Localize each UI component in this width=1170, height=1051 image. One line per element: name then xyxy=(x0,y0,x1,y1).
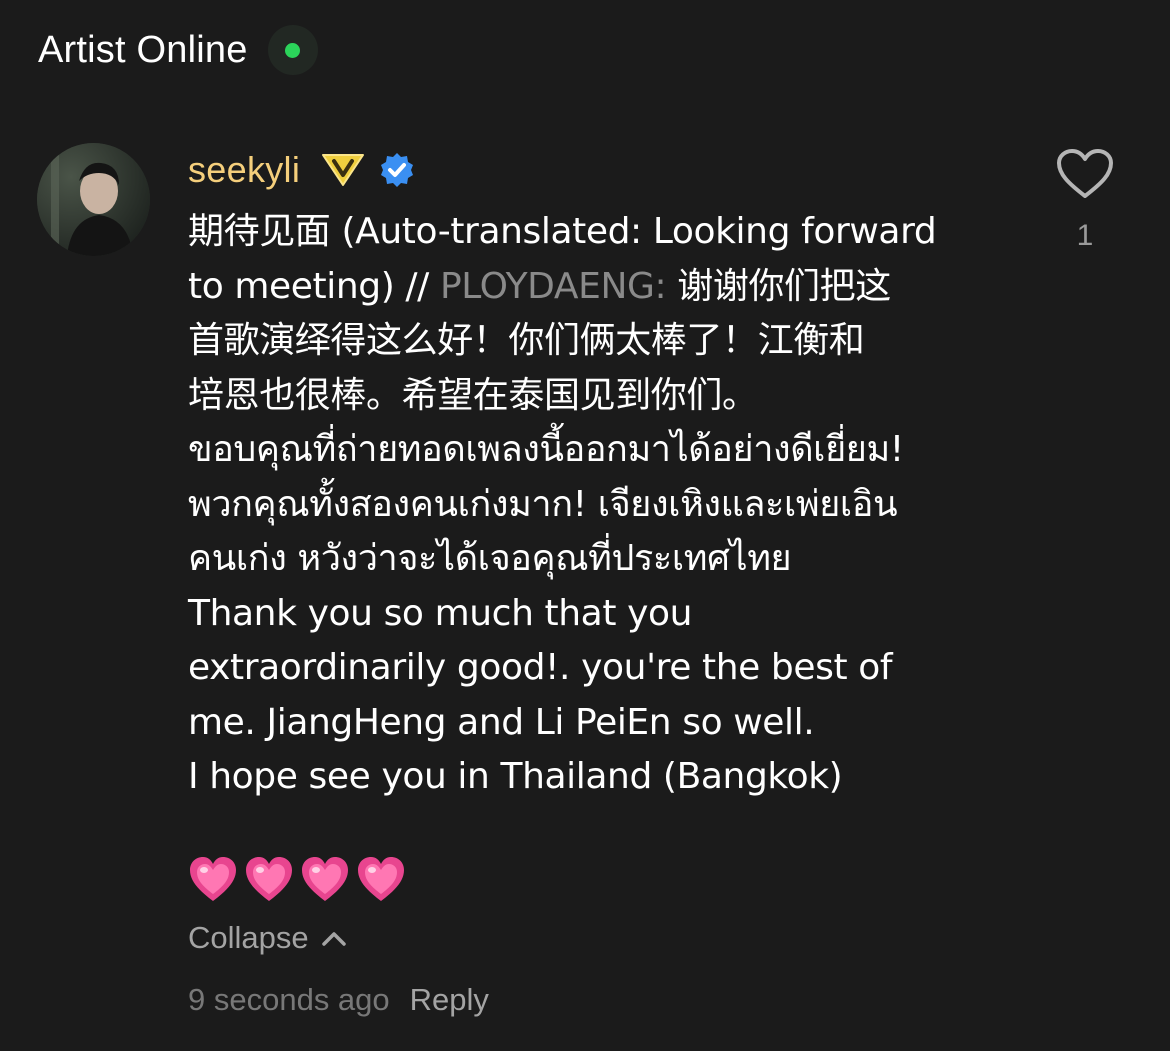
like-count: 1 xyxy=(1076,219,1094,252)
collapse-button[interactable]: Collapse xyxy=(188,920,347,956)
heart-outline-icon xyxy=(1056,148,1114,200)
heart-emoji xyxy=(188,856,238,904)
comment-text-part: 谢谢你们把这 首歌演绎得这么好！你们俩太棒了！江衡和 培恩也很棒。希望在泰国见到… xyxy=(188,265,904,798)
comment: seekyli 期待见面 (Auto-translated: Looking f… xyxy=(188,145,1008,805)
timestamp: 9 seconds ago xyxy=(188,982,390,1017)
heart-emoji xyxy=(356,856,406,904)
mention-link[interactable]: PLOYDAENG: xyxy=(440,266,667,307)
comment-text: 期待见面 (Auto-translated: Looking forward t… xyxy=(188,205,1008,805)
like-button[interactable]: 1 xyxy=(1055,148,1115,253)
reply-button[interactable]: Reply xyxy=(410,982,489,1018)
online-dot-icon xyxy=(285,42,301,58)
heart-emoji xyxy=(300,856,350,904)
collapse-label: Collapse xyxy=(188,920,309,955)
emoji-row xyxy=(188,856,406,904)
online-status-indicator xyxy=(267,25,318,75)
heart-emoji xyxy=(244,856,294,904)
page-title: Artist Online xyxy=(38,28,248,71)
header: Artist Online xyxy=(38,22,318,78)
username-link[interactable]: seekyli xyxy=(188,149,300,191)
comment-header: seekyli xyxy=(188,145,1008,195)
verified-badge-icon xyxy=(378,151,416,189)
comment-meta: 9 seconds ago Reply xyxy=(188,982,489,1018)
chevron-up-icon xyxy=(321,929,347,947)
avatar[interactable] xyxy=(37,143,150,256)
vip-badge-icon xyxy=(320,151,366,189)
